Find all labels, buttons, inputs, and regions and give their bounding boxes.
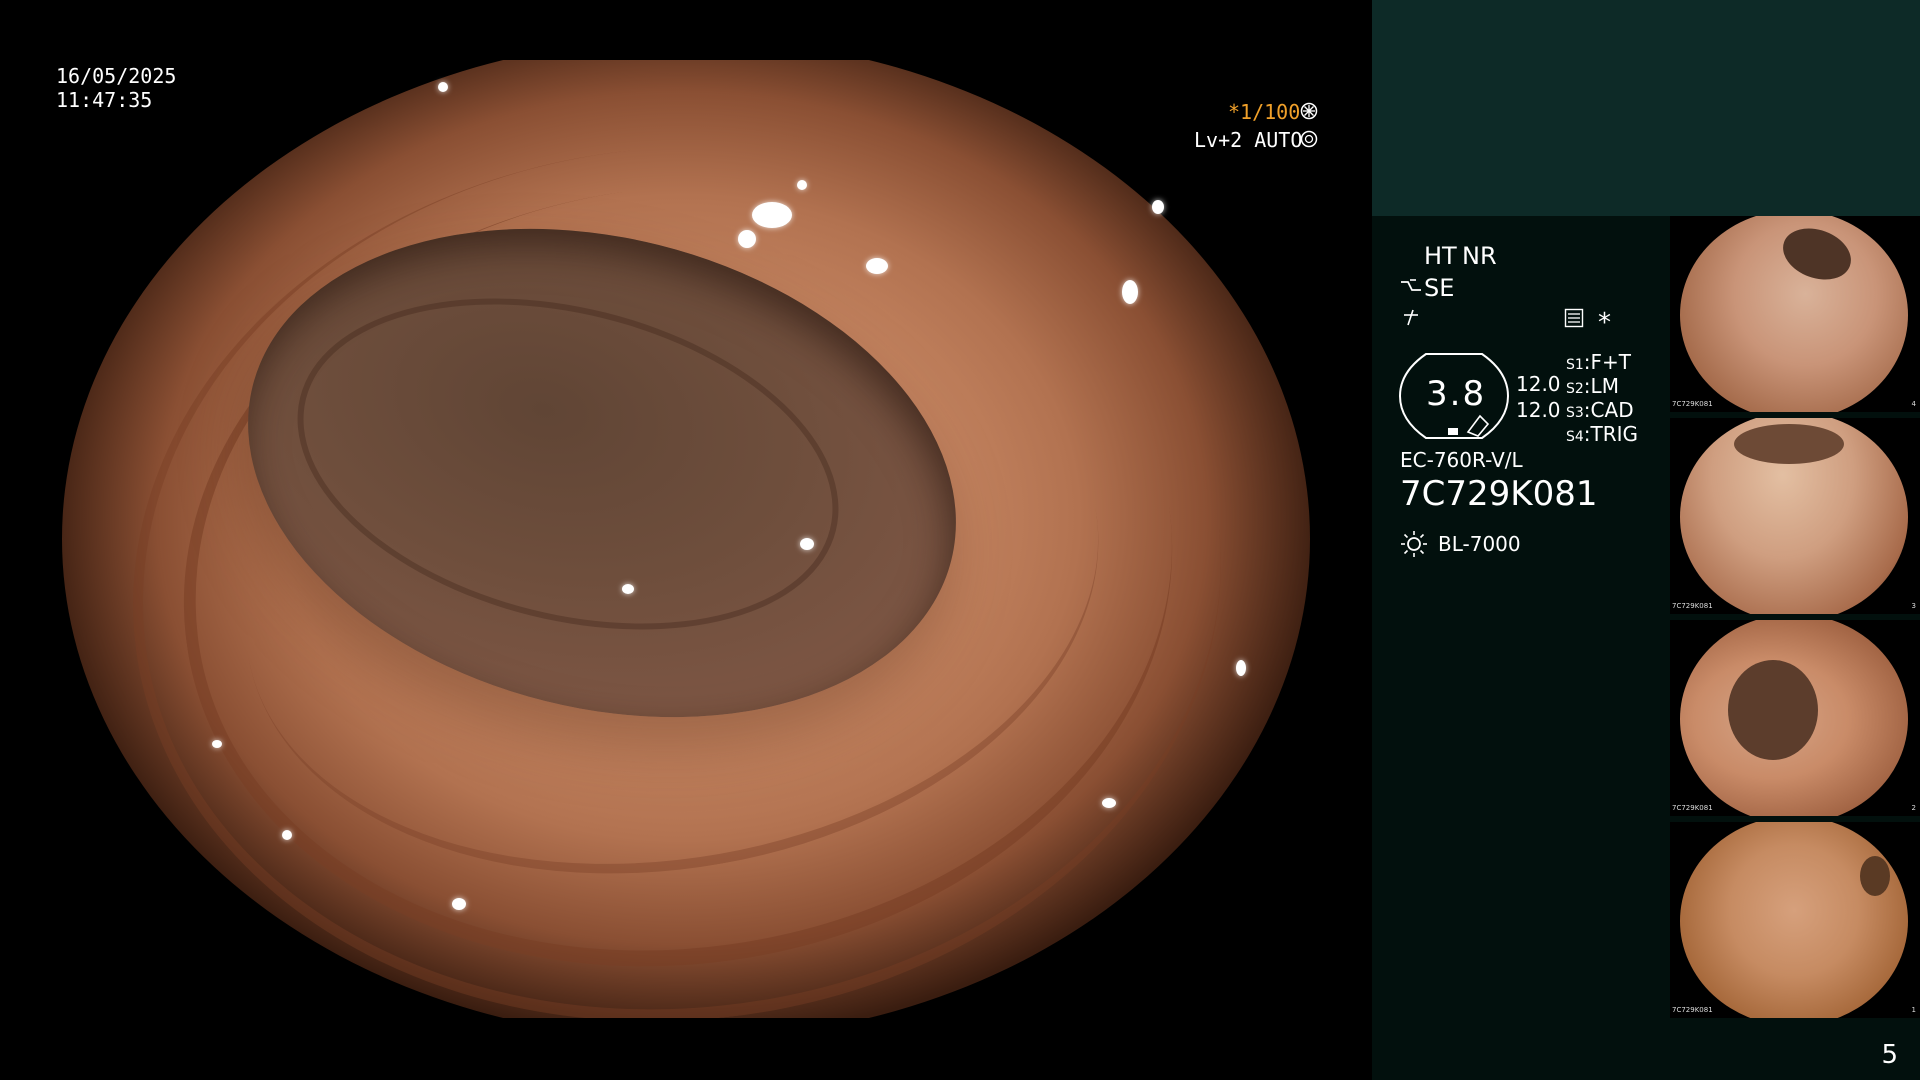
setting-s4: S4:TRIG — [1566, 422, 1639, 446]
scale-top: 12.0 — [1516, 372, 1561, 396]
thumbnail-number: 4 — [1911, 400, 1916, 408]
zoom-value: 3.8 — [1426, 374, 1487, 414]
thumbnail-code: 7C729K081 — [1672, 400, 1713, 408]
memo-icon — [1564, 308, 1584, 328]
aperture-icon — [1300, 102, 1318, 120]
setting-value: LM — [1590, 374, 1619, 398]
thumbnail-lumen — [1728, 660, 1818, 760]
glare-spot — [438, 82, 448, 92]
scale-bottom: 12.0 — [1516, 398, 1561, 422]
endoscope-view: 16/05/2025 11:47:35 *1/100 Lv+2 AUTO — [0, 0, 1372, 1080]
glare-spot — [752, 202, 792, 228]
nr-label: NR — [1462, 242, 1497, 270]
glare-spot — [797, 180, 807, 190]
enhance-icon — [1401, 279, 1421, 291]
thumbnail-lumen — [1734, 424, 1844, 464]
glare-spot — [1122, 280, 1138, 304]
endoscope-image — [62, 60, 1310, 1018]
setting-s3: S3:CAD — [1566, 398, 1634, 422]
setting-key: S3 — [1566, 405, 1584, 421]
setting-s2: S2:LM — [1566, 374, 1619, 398]
scope-info-panel: HT NR SE * 3.8 12.0 12.0 S1:F+T S2:LM S3… — [1372, 216, 1670, 1080]
glare-spot — [1102, 798, 1116, 808]
shutter-speed: *1/100 — [1228, 100, 1301, 124]
thumbnail[interactable]: 7C729K081 3 — [1670, 418, 1920, 614]
brightness-level: Lv+2 AUTO — [1194, 128, 1303, 152]
capture-thumbnails: 7C729K081 4 7C729K081 3 7C729K081 2 7C72… — [1670, 216, 1920, 1018]
setting-s1: S1:F+T — [1566, 350, 1632, 374]
thumbnail-code: 7C729K081 — [1672, 602, 1713, 610]
glare-spot — [452, 898, 466, 910]
thumbnail-lumen — [1860, 856, 1890, 896]
panel-header-area — [1372, 0, 1920, 216]
thumbnail[interactable]: 7C729K081 4 — [1670, 216, 1920, 412]
glare-spot — [282, 830, 292, 840]
thumbnail-number: 1 — [1911, 1006, 1916, 1014]
scope-model: EC-760R-V/L — [1400, 448, 1523, 472]
setting-key: S4 — [1566, 429, 1584, 445]
se-label: SE — [1424, 274, 1455, 302]
light-source: BL-7000 — [1438, 532, 1521, 556]
exam-date: 16/05/2025 — [56, 64, 177, 88]
thumbnail[interactable]: 7C729K081 2 — [1670, 620, 1920, 816]
page-number: 5 — [1881, 1040, 1898, 1070]
thumbnail-number: 2 — [1911, 804, 1916, 812]
mucosa-field — [62, 60, 1310, 1018]
freeze-icon — [1404, 309, 1418, 326]
side-panel: HT NR SE * 3.8 12.0 12.0 S1:F+T S2:LM S3… — [1372, 0, 1920, 1080]
exam-time: 11:47:35 — [56, 88, 153, 112]
thumbnail-number: 3 — [1911, 602, 1916, 610]
glare-spot — [212, 740, 222, 748]
light-source-icon — [1401, 531, 1427, 557]
scope-serial: 7C729K081 — [1400, 474, 1598, 514]
glare-spot — [622, 584, 634, 594]
ht-label: HT — [1424, 242, 1457, 270]
thumbnail-code: 7C729K081 — [1672, 804, 1713, 812]
thumbnail[interactable]: 7C729K081 1 — [1670, 822, 1920, 1018]
thumbnail-code: 7C729K081 — [1672, 1006, 1713, 1014]
glare-spot — [866, 258, 888, 274]
thumbnail-image — [1680, 822, 1908, 1018]
glare-spot — [1152, 200, 1164, 214]
setting-key: S1 — [1566, 357, 1584, 373]
setting-value: F+T — [1590, 350, 1632, 374]
glare-spot — [800, 538, 814, 550]
memo-asterisk: * — [1598, 308, 1611, 338]
glare-spot — [1236, 660, 1246, 676]
setting-key: S2 — [1566, 381, 1584, 397]
glare-spot — [738, 230, 756, 248]
auto-iris-icon — [1300, 130, 1318, 148]
setting-value: TRIG — [1590, 422, 1639, 446]
setting-value: CAD — [1590, 398, 1634, 422]
